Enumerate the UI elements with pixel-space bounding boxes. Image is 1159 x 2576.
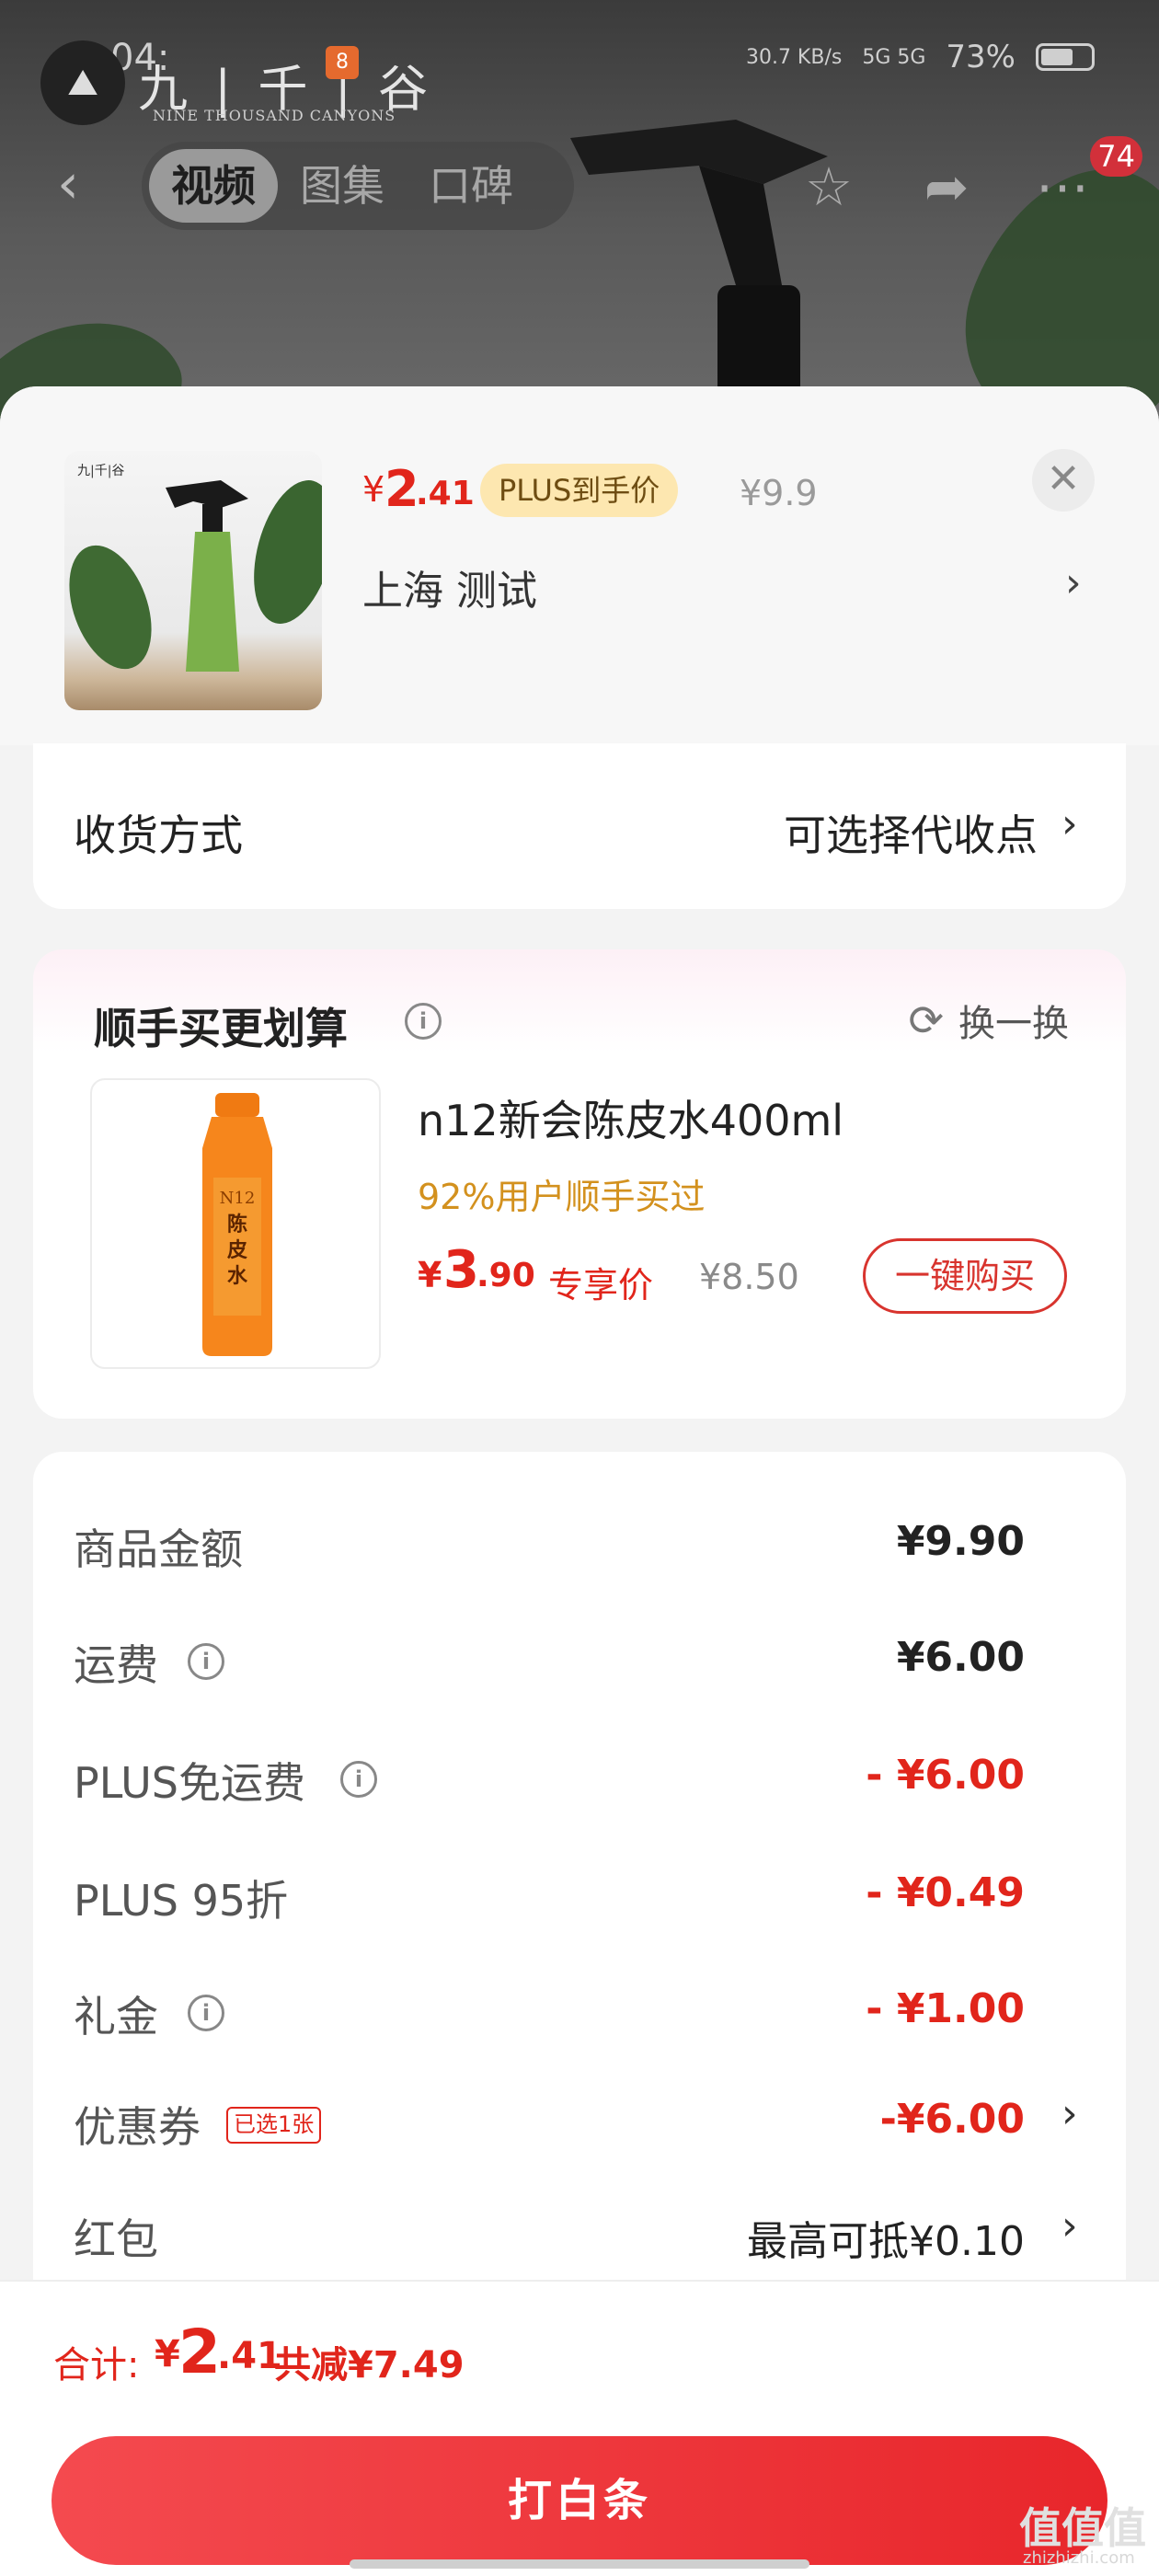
bottle-brand: N12 bbox=[220, 1189, 256, 1208]
total-currency: ¥ bbox=[155, 2333, 180, 2375]
summary-value: - ¥0.49 bbox=[866, 1869, 1025, 1916]
spray-bottle-thumbnail: 九|千|谷 bbox=[69, 464, 322, 672]
orange-bottle-image: N12 陈 皮 水 bbox=[202, 1093, 272, 1356]
svg-text:水: 水 bbox=[227, 1265, 248, 1288]
checkout-bar: 合计: ¥ 2 .41 共减¥7.49 打白条 bbox=[0, 2280, 1159, 2576]
summary-value: - ¥6.00 bbox=[866, 1752, 1025, 1799]
summary-value: ¥9.90 bbox=[896, 1518, 1025, 1565]
more-icon[interactable]: ⋯ bbox=[1030, 155, 1095, 219]
addon-recommendation-card: 顺手买更划算 i ⟳ 换一换 N12 陈 皮 水 n12新会陈皮水400ml 9… bbox=[33, 949, 1126, 1419]
price-integer: 2 bbox=[384, 460, 419, 518]
pay-button[interactable]: 打白条 bbox=[52, 2436, 1107, 2565]
tab-reviews[interactable]: 口碑 bbox=[407, 149, 535, 223]
summary-label: 优惠券 bbox=[74, 2102, 201, 2152]
close-button[interactable]: ✕ bbox=[1032, 449, 1095, 512]
refresh-icon: ⟳ bbox=[908, 995, 944, 1045]
addon-title: 顺手买更划算 bbox=[94, 1004, 348, 1053]
summary-row-red-packet[interactable]: 红包 最高可抵¥0.10 › bbox=[33, 2197, 1126, 2271]
original-price: ¥9.9 bbox=[740, 473, 818, 513]
summary-value: 最高可抵¥0.10 bbox=[747, 2218, 1025, 2265]
chevron-right-icon: › bbox=[1061, 2090, 1078, 2137]
addon-price-tag: 专享价 bbox=[548, 1265, 654, 1305]
app-badge: 8 bbox=[326, 46, 359, 79]
product-thumbnail: 九|千|谷 bbox=[64, 451, 322, 710]
home-indicator[interactable] bbox=[350, 2559, 809, 2569]
shipping-method-row[interactable]: 收货方式 可选择代收点 › bbox=[33, 743, 1126, 909]
summary-row-coupon[interactable]: 优惠券 已选1张 -¥6.00 › bbox=[33, 2085, 1126, 2158]
message-count-badge: 74 bbox=[1090, 136, 1142, 177]
addon-thumbnail[interactable]: N12 陈 皮 水 bbox=[90, 1078, 381, 1369]
total-decimal: .41 bbox=[217, 2335, 282, 2377]
tab-gallery[interactable]: 图集 bbox=[278, 149, 407, 223]
total-reduced: 共减¥7.49 bbox=[274, 2344, 465, 2386]
addon-original-price: ¥8.50 bbox=[699, 1257, 799, 1297]
brand-subtitle: NINE THOUSAND CANYONS bbox=[153, 107, 396, 124]
svg-text:皮: 皮 bbox=[227, 1238, 247, 1262]
one-click-buy-button[interactable]: 一键购买 bbox=[863, 1238, 1067, 1314]
info-icon[interactable]: i bbox=[188, 1643, 224, 1680]
battery-icon bbox=[1036, 43, 1095, 71]
brand-logo: ⛰ bbox=[40, 40, 125, 125]
status-indicators: 30.7 KB/s 5G 5G 73% bbox=[746, 39, 1095, 75]
summary-label: 红包 bbox=[74, 2214, 158, 2264]
order-sheet: 九|千|谷 ¥ 2 .41 PLUS到手价 ¥9.9 ✕ 上海 测试 › 收货方… bbox=[0, 386, 1159, 2576]
summary-label: PLUS免运费 bbox=[74, 1758, 305, 1808]
summary-label: 运费 bbox=[74, 1640, 158, 1690]
addon-price-decimal: .90 bbox=[476, 1257, 535, 1294]
svg-text:陈: 陈 bbox=[227, 1213, 247, 1236]
summary-label: 礼金 bbox=[74, 1992, 158, 2041]
addon-price-integer: 3 bbox=[443, 1240, 479, 1300]
plus-price-tag: PLUS到手价 bbox=[480, 464, 679, 517]
share-icon[interactable]: ➦ bbox=[914, 155, 979, 219]
svg-text:九|千|谷: 九|千|谷 bbox=[77, 464, 124, 478]
favorite-star-icon[interactable]: ☆ bbox=[797, 155, 861, 219]
media-tabs: 视频 图集 口碑 bbox=[142, 142, 574, 230]
back-button[interactable]: ‹ bbox=[57, 156, 112, 212]
total-label: 合计: bbox=[53, 2344, 140, 2386]
top-navbar: ‹ 视频 图集 口碑 ☆ ➦ ⋯ bbox=[0, 138, 1159, 230]
price-decimal: .41 bbox=[416, 475, 475, 512]
chevron-right-icon: › bbox=[1061, 800, 1078, 847]
coupon-count-tag: 已选1张 bbox=[226, 2107, 322, 2144]
watermark-logo: 值值值 bbox=[1019, 2503, 1146, 2553]
info-icon[interactable]: i bbox=[340, 1761, 377, 1798]
product-summary: 九|千|谷 ¥ 2 .41 PLUS到手价 ¥9.9 ✕ 上海 测试 › bbox=[0, 386, 1159, 745]
tab-video[interactable]: 视频 bbox=[149, 149, 278, 223]
summary-value: ¥6.00 bbox=[896, 1634, 1025, 1681]
chevron-right-icon: › bbox=[1061, 2202, 1078, 2249]
network-speed: 30.7 KB/s bbox=[745, 45, 843, 69]
summary-label: PLUS 95折 bbox=[74, 1876, 289, 1926]
summary-value: - ¥1.00 bbox=[866, 1985, 1025, 2032]
shipping-value: 可选择代收点 bbox=[784, 811, 1038, 860]
shipping-label: 收货方式 bbox=[74, 811, 243, 860]
battery-percent: 73% bbox=[946, 39, 1016, 75]
addon-item-name[interactable]: n12新会陈皮水400ml bbox=[418, 1087, 843, 1148]
price-currency: ¥ bbox=[362, 469, 385, 510]
summary-row-plus-discount: PLUS 95折 - ¥0.49 bbox=[33, 1858, 1126, 1932]
summary-row-gift-money: 礼金 i - ¥1.00 bbox=[33, 1974, 1126, 2048]
addon-price-currency: ¥ bbox=[418, 1255, 442, 1295]
summary-row-goods: 商品金额 ¥9.90 bbox=[33, 1507, 1126, 1581]
chevron-right-icon[interactable]: › bbox=[1065, 559, 1082, 606]
total-integer: 2 bbox=[178, 2317, 221, 2387]
info-icon[interactable]: i bbox=[188, 1995, 224, 2031]
summary-row-shipping-fee: 运费 i ¥6.00 bbox=[33, 1623, 1126, 1696]
watermark-url: zhizhizhi.com bbox=[1023, 2548, 1135, 2568]
delivery-address[interactable]: 上海 测试 bbox=[362, 558, 537, 616]
summary-label: 商品金额 bbox=[74, 1524, 243, 1574]
summary-row-plus-free-shipping: PLUS免运费 i - ¥6.00 bbox=[33, 1741, 1126, 1814]
signal-icon: 5G 5G bbox=[862, 45, 926, 69]
addon-social-proof: 92%用户顺手买过 bbox=[418, 1177, 706, 1217]
swap-button[interactable]: ⟳ 换一换 bbox=[908, 994, 1069, 1047]
swap-label: 换一换 bbox=[958, 1003, 1069, 1045]
info-icon[interactable]: i bbox=[405, 1003, 442, 1040]
summary-value: -¥6.00 bbox=[879, 2096, 1025, 2143]
